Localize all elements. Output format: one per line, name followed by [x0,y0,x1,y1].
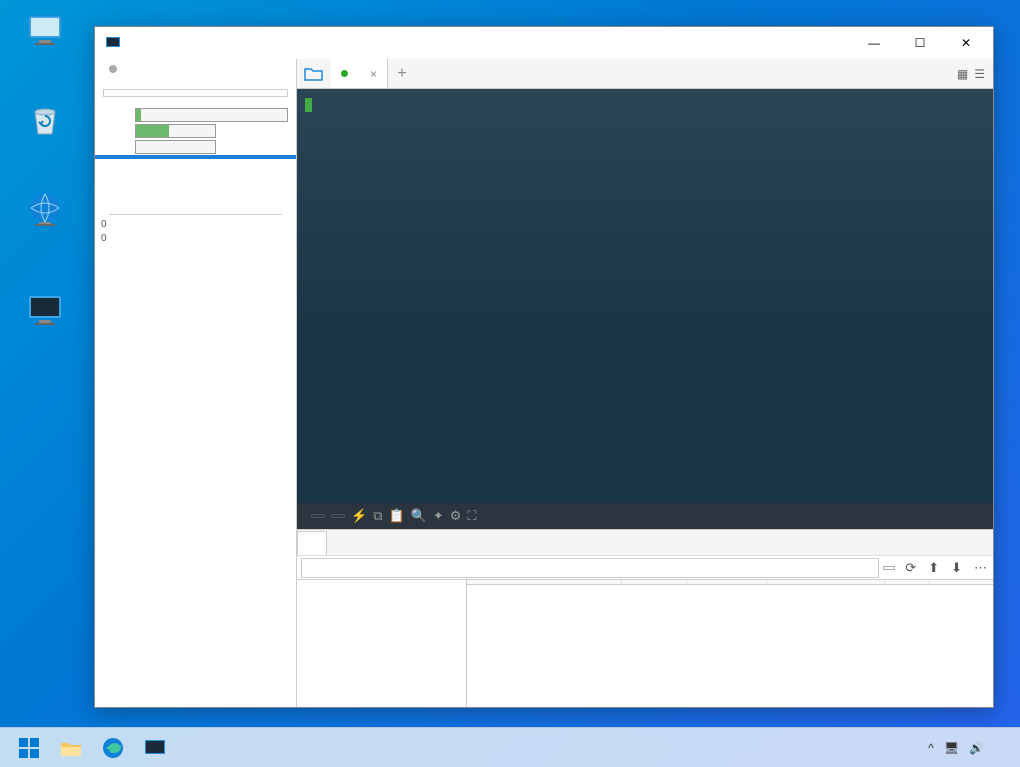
add-tab-button[interactable]: + [388,59,416,88]
terminal[interactable] [297,89,993,503]
bolt-icon[interactable]: ⚡ [351,508,367,524]
path-bar: ⟳ ⬆ ⬇ ⋯ [297,555,993,579]
titlebar[interactable]: — ☐ ✕ [95,27,993,59]
mem-meter [95,123,296,139]
battery-icon[interactable]: 🖥 [944,741,959,755]
close-button[interactable]: ✕ [943,27,989,59]
desktop-icon-finalshell[interactable] [10,290,80,332]
bottom-tabs [297,529,993,555]
commands-tab[interactable] [327,530,355,555]
path-history-button[interactable] [883,566,895,570]
col-perm[interactable] [885,580,930,584]
files-tab[interactable] [297,531,327,555]
col-date[interactable] [767,580,885,584]
sidebar: 00 [95,59,297,707]
tab-close-icon[interactable]: × [370,67,377,81]
ip-row [95,79,296,87]
desktop-icon-network[interactable] [10,190,80,232]
col-type[interactable] [687,580,767,584]
fullscreen-icon[interactable]: ⛶ [467,508,476,524]
history-button[interactable] [311,514,325,518]
paste-icon[interactable]: 📋 [388,508,404,524]
command-bar: ⚡ ⧉ 📋 🔍 ✦ ⚙ ⛶ [297,503,993,529]
tab-bar: × + ▦ ☰ [297,59,993,89]
net-stats [95,159,296,215]
tray-chevron-icon[interactable]: ^ [928,741,934,755]
edge-icon[interactable] [93,730,133,766]
col-size[interactable] [622,580,687,584]
col-name[interactable] [467,580,622,584]
more-icon[interactable]: ⋯ [968,560,993,576]
search-icon[interactable]: 🔍 [411,508,427,524]
star-icon[interactable]: ✦ [433,508,444,524]
list-view-icon[interactable]: ☰ [972,65,987,83]
copy-icon[interactable]: ⧉ [373,508,382,524]
grid-view-icon[interactable]: ▦ [955,65,970,83]
finalshell-window: — ☐ ✕ [94,26,994,708]
cpu-meter [95,107,296,123]
sync-status [95,59,296,79]
swap-meter [95,139,296,155]
main-area: × + ▦ ☰ ⚡ ⧉ 📋 🔍 ✦ ⚙ ⛶ [297,59,993,707]
refresh-icon[interactable]: ⟳ [899,560,922,576]
session-tab[interactable]: × [331,59,388,88]
file-list[interactable] [467,580,993,707]
maximize-button[interactable]: ☐ [897,27,943,59]
folder-tree[interactable] [297,580,467,707]
desktop-icon-recycle[interactable] [10,100,80,142]
activate-link[interactable] [95,261,296,269]
status-dot-icon [341,70,348,77]
explorer-icon[interactable] [51,730,91,766]
start-button[interactable] [9,730,49,766]
download-icon[interactable]: ⬇ [945,560,968,576]
app-icon [105,35,121,51]
system-tray[interactable]: ^ 🖥 🔊 [928,741,1012,755]
open-folder-button[interactable] [297,59,331,88]
upload-icon[interactable]: ⬆ [922,560,945,576]
gear-icon[interactable]: ⚙ [450,508,462,524]
path-input[interactable] [301,558,879,578]
file-browser [297,579,993,707]
minimize-button[interactable]: — [851,27,897,59]
system-info-button[interactable] [103,89,288,97]
volume-icon[interactable]: 🔊 [969,741,984,755]
desktop-icon-pc[interactable] [10,10,80,52]
options-button[interactable] [331,514,345,518]
finalshell-taskbar-icon[interactable] [135,730,175,766]
disk-usage [95,253,296,257]
taskbar[interactable]: ^ 🖥 🔊 [0,727,1020,767]
